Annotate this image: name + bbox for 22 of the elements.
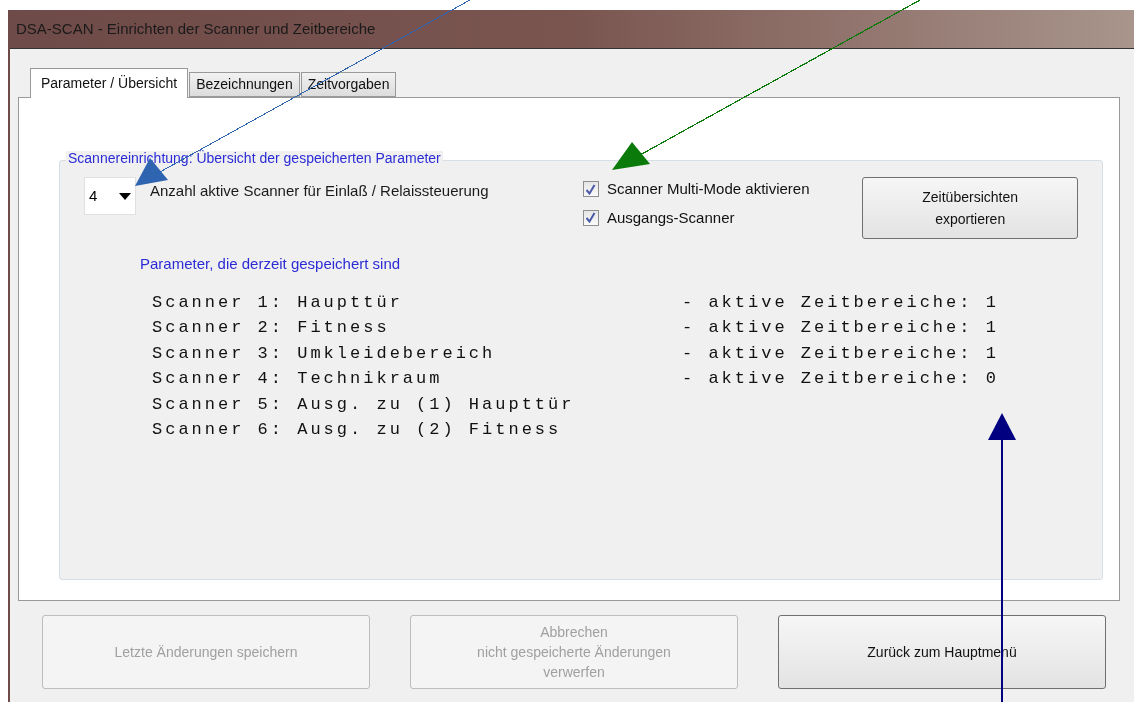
tab[interactable]: Bezeichnungen xyxy=(189,72,300,97)
checkbox-label: Scanner Multi-Mode aktivieren xyxy=(606,179,810,199)
window-title: DSA-SCAN - Einrichten der Scanner und Zeitbereiche xyxy=(16,18,376,39)
time-range-count: - aktive Zeitbereiche: 1 xyxy=(682,342,999,365)
checkbox-label: Ausgangs-Scanner xyxy=(606,207,735,228)
scanner-count-label: Anzahl aktive Scanner für Einlaß / Relaissteuerung xyxy=(150,181,489,201)
scanner-count-dropdown[interactable]: 4 xyxy=(84,177,136,215)
tab[interactable]: Parameter / Übersicht xyxy=(30,68,189,98)
time-range-count: - aktive Zeitbereiche: 0 xyxy=(682,368,999,391)
scanner-entry: Scanner 1: Haupttür xyxy=(152,291,404,314)
export-button[interactable]: Zeitübersichten exportieren xyxy=(862,177,1078,239)
scanner-entry: Scanner 5: Ausg. zu (1) Haupttür xyxy=(152,393,576,416)
scanner-entry: Scanner 6: Ausg. zu (2) Fitness xyxy=(152,419,563,442)
scanner-entry: Scanner 2: Fitness xyxy=(152,317,391,340)
scanner-entry: Scanner 4: Technikraum xyxy=(152,368,444,391)
time-range-count: - aktive Zeitbereiche: 1 xyxy=(682,317,999,340)
checkbox[interactable] xyxy=(582,181,599,198)
saved-parameters-heading: Parameter, die derzeit gespeichert sind xyxy=(140,254,402,274)
scanner-entry: Scanner 3: Umkleidebereich xyxy=(152,342,497,365)
time-range-count: - aktive Zeitbereiche: 1 xyxy=(682,291,999,314)
checkbox[interactable] xyxy=(582,209,599,226)
caret-icon xyxy=(119,192,131,200)
